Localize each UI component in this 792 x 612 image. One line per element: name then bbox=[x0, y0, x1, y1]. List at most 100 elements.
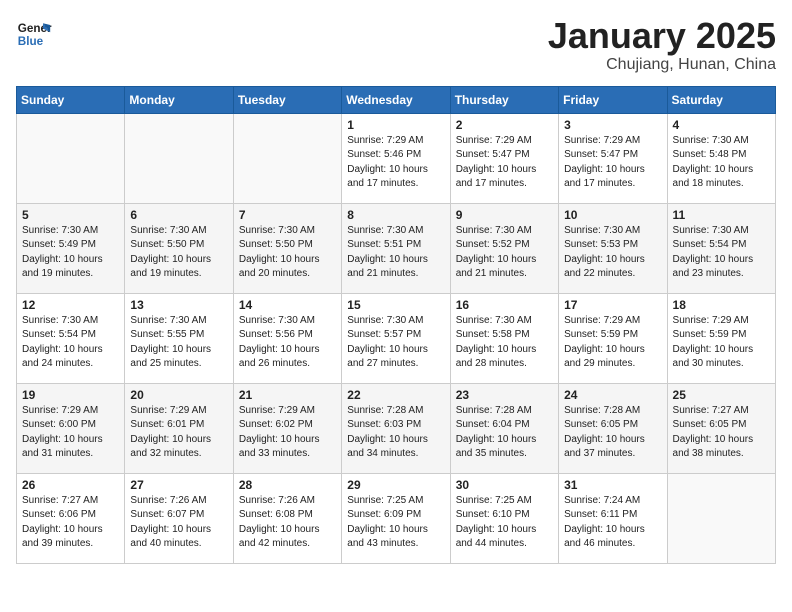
day-number: 30 bbox=[456, 478, 553, 492]
day-number: 19 bbox=[22, 388, 119, 402]
table-row: 27 Sunrise: 7:26 AM Sunset: 6:07 PM Dayli… bbox=[125, 473, 233, 563]
title-block: January 2025 Chujiang, Hunan, China bbox=[548, 16, 776, 74]
day-number: 3 bbox=[564, 118, 661, 132]
calendar-table: Sunday Monday Tuesday Wednesday Thursday… bbox=[16, 86, 776, 564]
table-row: 20 Sunrise: 7:29 AM Sunset: 6:01 PM Dayli… bbox=[125, 383, 233, 473]
table-row: 11 Sunrise: 7:30 AM Sunset: 5:54 PM Dayli… bbox=[667, 203, 775, 293]
day-info: Sunrise: 7:29 AM Sunset: 6:00 PM Dayligh… bbox=[22, 404, 119, 462]
day-info: Sunrise: 7:30 AM Sunset: 5:52 PM Dayligh… bbox=[456, 224, 553, 282]
calendar-week-row: 1Sunrise: 7:29 AM Sunset: 5:46 PM Daylig… bbox=[17, 113, 776, 203]
day-number: 10 bbox=[564, 208, 661, 222]
table-row: 24 Sunrise: 7:28 AM Sunset: 6:05 PM Dayli… bbox=[559, 383, 667, 473]
day-info: Sunrise: 7:24 AM Sunset: 6:11 PM Dayligh… bbox=[564, 494, 661, 552]
day-info: Sunrise: 7:26 AM Sunset: 6:08 PM Dayligh… bbox=[239, 494, 336, 552]
day-number: 31 bbox=[564, 478, 661, 492]
table-row: 5Sunrise: 7:30 AM Sunset: 5:49 PM Daylig… bbox=[17, 203, 125, 293]
day-info: Sunrise: 7:30 AM Sunset: 5:48 PM Dayligh… bbox=[673, 134, 770, 192]
logo-icon: General Blue bbox=[16, 16, 52, 52]
table-row: 28 Sunrise: 7:26 AM Sunset: 6:08 PM Dayli… bbox=[233, 473, 341, 563]
table-row: 17Sunrise: 7:29 AM Sunset: 5:59 PM Dayli… bbox=[559, 293, 667, 383]
table-row: 6 Sunrise: 7:30 AM Sunset: 5:50 PM Daylig… bbox=[125, 203, 233, 293]
table-row: 3 Sunrise: 7:29 AM Sunset: 5:47 PM Daylig… bbox=[559, 113, 667, 203]
table-row: 26Sunrise: 7:27 AM Sunset: 6:06 PM Dayli… bbox=[17, 473, 125, 563]
calendar-week-row: 5Sunrise: 7:30 AM Sunset: 5:49 PM Daylig… bbox=[17, 203, 776, 293]
table-row: 9 Sunrise: 7:30 AM Sunset: 5:52 PM Daylig… bbox=[450, 203, 558, 293]
col-tuesday: Tuesday bbox=[233, 86, 341, 113]
day-number: 25 bbox=[673, 388, 770, 402]
table-row: 10Sunrise: 7:30 AM Sunset: 5:53 PM Dayli… bbox=[559, 203, 667, 293]
table-row: 14 Sunrise: 7:30 AM Sunset: 5:56 PM Dayli… bbox=[233, 293, 341, 383]
day-info: Sunrise: 7:30 AM Sunset: 5:56 PM Dayligh… bbox=[239, 314, 336, 372]
table-row: 2Sunrise: 7:29 AM Sunset: 5:47 PM Daylig… bbox=[450, 113, 558, 203]
day-info: Sunrise: 7:26 AM Sunset: 6:07 PM Dayligh… bbox=[130, 494, 227, 552]
day-info: Sunrise: 7:30 AM Sunset: 5:50 PM Dayligh… bbox=[130, 224, 227, 282]
table-row: 29Sunrise: 7:25 AM Sunset: 6:09 PM Dayli… bbox=[342, 473, 450, 563]
logo: General Blue bbox=[16, 16, 52, 52]
day-number: 6 bbox=[130, 208, 227, 222]
table-row: 23Sunrise: 7:28 AM Sunset: 6:04 PM Dayli… bbox=[450, 383, 558, 473]
calendar-week-row: 19 Sunrise: 7:29 AM Sunset: 6:00 PM Dayli… bbox=[17, 383, 776, 473]
col-thursday: Thursday bbox=[450, 86, 558, 113]
day-number: 9 bbox=[456, 208, 553, 222]
day-number: 11 bbox=[673, 208, 770, 222]
day-info: Sunrise: 7:30 AM Sunset: 5:54 PM Dayligh… bbox=[673, 224, 770, 282]
page-header: General Blue January 2025 Chujiang, Huna… bbox=[16, 16, 776, 74]
day-info: Sunrise: 7:29 AM Sunset: 5:46 PM Dayligh… bbox=[347, 134, 444, 192]
svg-text:Blue: Blue bbox=[18, 35, 44, 48]
col-saturday: Saturday bbox=[667, 86, 775, 113]
day-number: 27 bbox=[130, 478, 227, 492]
table-row: 8Sunrise: 7:30 AM Sunset: 5:51 PM Daylig… bbox=[342, 203, 450, 293]
col-friday: Friday bbox=[559, 86, 667, 113]
day-number: 18 bbox=[673, 298, 770, 312]
day-info: Sunrise: 7:27 AM Sunset: 6:06 PM Dayligh… bbox=[22, 494, 119, 552]
calendar-body: 1Sunrise: 7:29 AM Sunset: 5:46 PM Daylig… bbox=[17, 113, 776, 563]
day-number: 20 bbox=[130, 388, 227, 402]
day-info: Sunrise: 7:30 AM Sunset: 5:55 PM Dayligh… bbox=[130, 314, 227, 372]
day-info: Sunrise: 7:30 AM Sunset: 5:57 PM Dayligh… bbox=[347, 314, 444, 372]
day-info: Sunrise: 7:29 AM Sunset: 5:47 PM Dayligh… bbox=[564, 134, 661, 192]
day-info: Sunrise: 7:29 AM Sunset: 6:02 PM Dayligh… bbox=[239, 404, 336, 462]
day-info: Sunrise: 7:30 AM Sunset: 5:54 PM Dayligh… bbox=[22, 314, 119, 372]
day-info: Sunrise: 7:30 AM Sunset: 5:58 PM Dayligh… bbox=[456, 314, 553, 372]
col-monday: Monday bbox=[125, 86, 233, 113]
table-row: 15Sunrise: 7:30 AM Sunset: 5:57 PM Dayli… bbox=[342, 293, 450, 383]
day-number: 8 bbox=[347, 208, 444, 222]
day-number: 24 bbox=[564, 388, 661, 402]
day-info: Sunrise: 7:30 AM Sunset: 5:50 PM Dayligh… bbox=[239, 224, 336, 282]
col-sunday: Sunday bbox=[17, 86, 125, 113]
table-row: 25 Sunrise: 7:27 AM Sunset: 6:05 PM Dayli… bbox=[667, 383, 775, 473]
day-info: Sunrise: 7:27 AM Sunset: 6:05 PM Dayligh… bbox=[673, 404, 770, 462]
table-row bbox=[667, 473, 775, 563]
table-row bbox=[233, 113, 341, 203]
day-number: 29 bbox=[347, 478, 444, 492]
day-number: 4 bbox=[673, 118, 770, 132]
table-row: 21 Sunrise: 7:29 AM Sunset: 6:02 PM Dayli… bbox=[233, 383, 341, 473]
day-number: 12 bbox=[22, 298, 119, 312]
day-number: 23 bbox=[456, 388, 553, 402]
day-number: 14 bbox=[239, 298, 336, 312]
table-row: 7 Sunrise: 7:30 AM Sunset: 5:50 PM Daylig… bbox=[233, 203, 341, 293]
calendar-header: Sunday Monday Tuesday Wednesday Thursday… bbox=[17, 86, 776, 113]
day-number: 13 bbox=[130, 298, 227, 312]
day-info: Sunrise: 7:29 AM Sunset: 5:59 PM Dayligh… bbox=[673, 314, 770, 372]
table-row: 13 Sunrise: 7:30 AM Sunset: 5:55 PM Dayli… bbox=[125, 293, 233, 383]
calendar-week-row: 26Sunrise: 7:27 AM Sunset: 6:06 PM Dayli… bbox=[17, 473, 776, 563]
calendar-title: January 2025 bbox=[548, 16, 776, 56]
day-info: Sunrise: 7:29 AM Sunset: 5:47 PM Dayligh… bbox=[456, 134, 553, 192]
table-row: 19 Sunrise: 7:29 AM Sunset: 6:00 PM Dayli… bbox=[17, 383, 125, 473]
day-info: Sunrise: 7:29 AM Sunset: 6:01 PM Dayligh… bbox=[130, 404, 227, 462]
day-number: 28 bbox=[239, 478, 336, 492]
table-row: 4 Sunrise: 7:30 AM Sunset: 5:48 PM Daylig… bbox=[667, 113, 775, 203]
day-number: 21 bbox=[239, 388, 336, 402]
calendar-subtitle: Chujiang, Hunan, China bbox=[548, 56, 776, 74]
table-row bbox=[17, 113, 125, 203]
table-row: 18 Sunrise: 7:29 AM Sunset: 5:59 PM Dayli… bbox=[667, 293, 775, 383]
day-info: Sunrise: 7:28 AM Sunset: 6:03 PM Dayligh… bbox=[347, 404, 444, 462]
day-number: 7 bbox=[239, 208, 336, 222]
day-number: 22 bbox=[347, 388, 444, 402]
table-row: 12 Sunrise: 7:30 AM Sunset: 5:54 PM Dayli… bbox=[17, 293, 125, 383]
day-info: Sunrise: 7:25 AM Sunset: 6:10 PM Dayligh… bbox=[456, 494, 553, 552]
table-row: 22 Sunrise: 7:28 AM Sunset: 6:03 PM Dayli… bbox=[342, 383, 450, 473]
calendar-week-row: 12 Sunrise: 7:30 AM Sunset: 5:54 PM Dayli… bbox=[17, 293, 776, 383]
day-info: Sunrise: 7:28 AM Sunset: 6:05 PM Dayligh… bbox=[564, 404, 661, 462]
